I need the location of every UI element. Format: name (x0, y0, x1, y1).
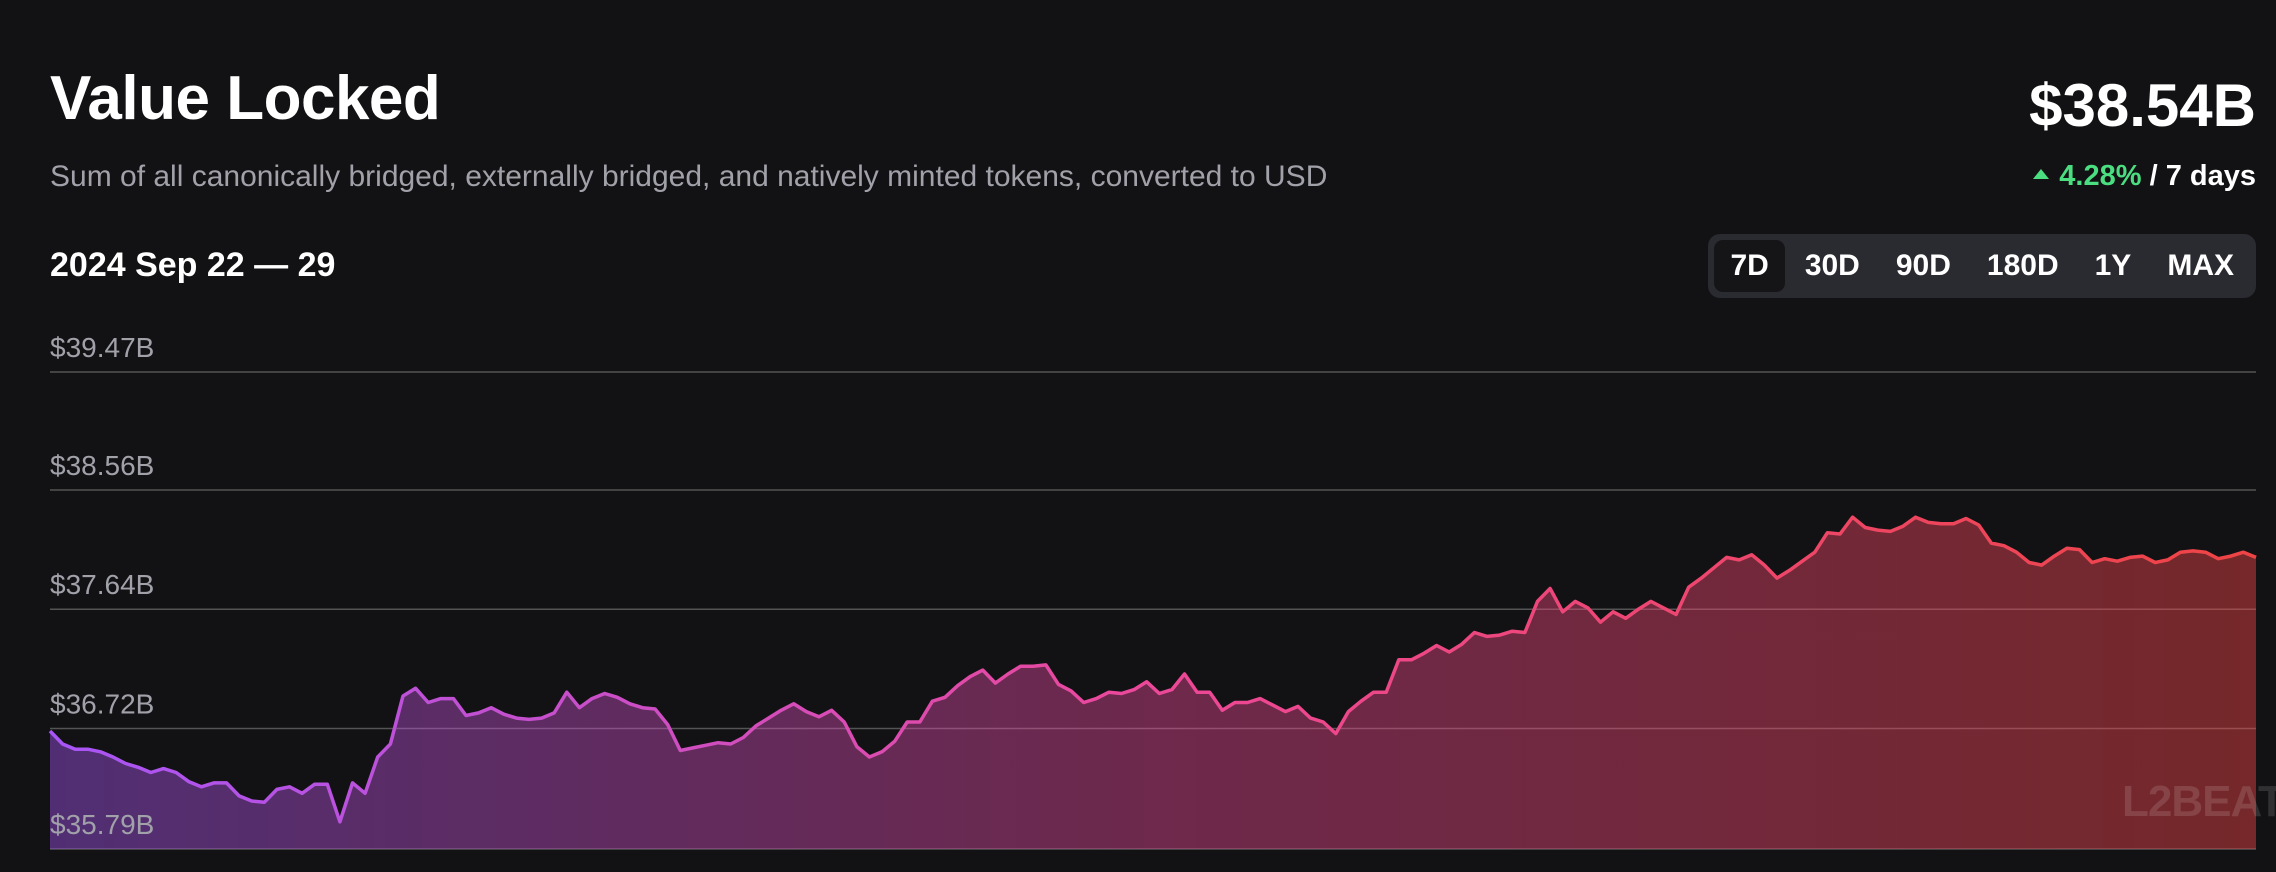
l2beat-watermark-logo: L2BEAT (2122, 777, 2276, 826)
y-tick-label: $35.79B (50, 809, 154, 840)
chart-plot (48, 515, 2257, 849)
value-area (50, 517, 2256, 849)
y-tick-label: $36.72B (50, 688, 154, 719)
y-tick-label: $37.64B (50, 569, 154, 600)
value-locked-chart[interactable]: $39.47B $38.56B $37.64B $36.72B $35.79B (0, 0, 2276, 872)
y-tick-label: $38.56B (50, 450, 154, 481)
value-locked-panel: Value Locked Sum of all canonically brid… (0, 0, 2276, 872)
y-tick-label: $39.47B (50, 332, 154, 363)
